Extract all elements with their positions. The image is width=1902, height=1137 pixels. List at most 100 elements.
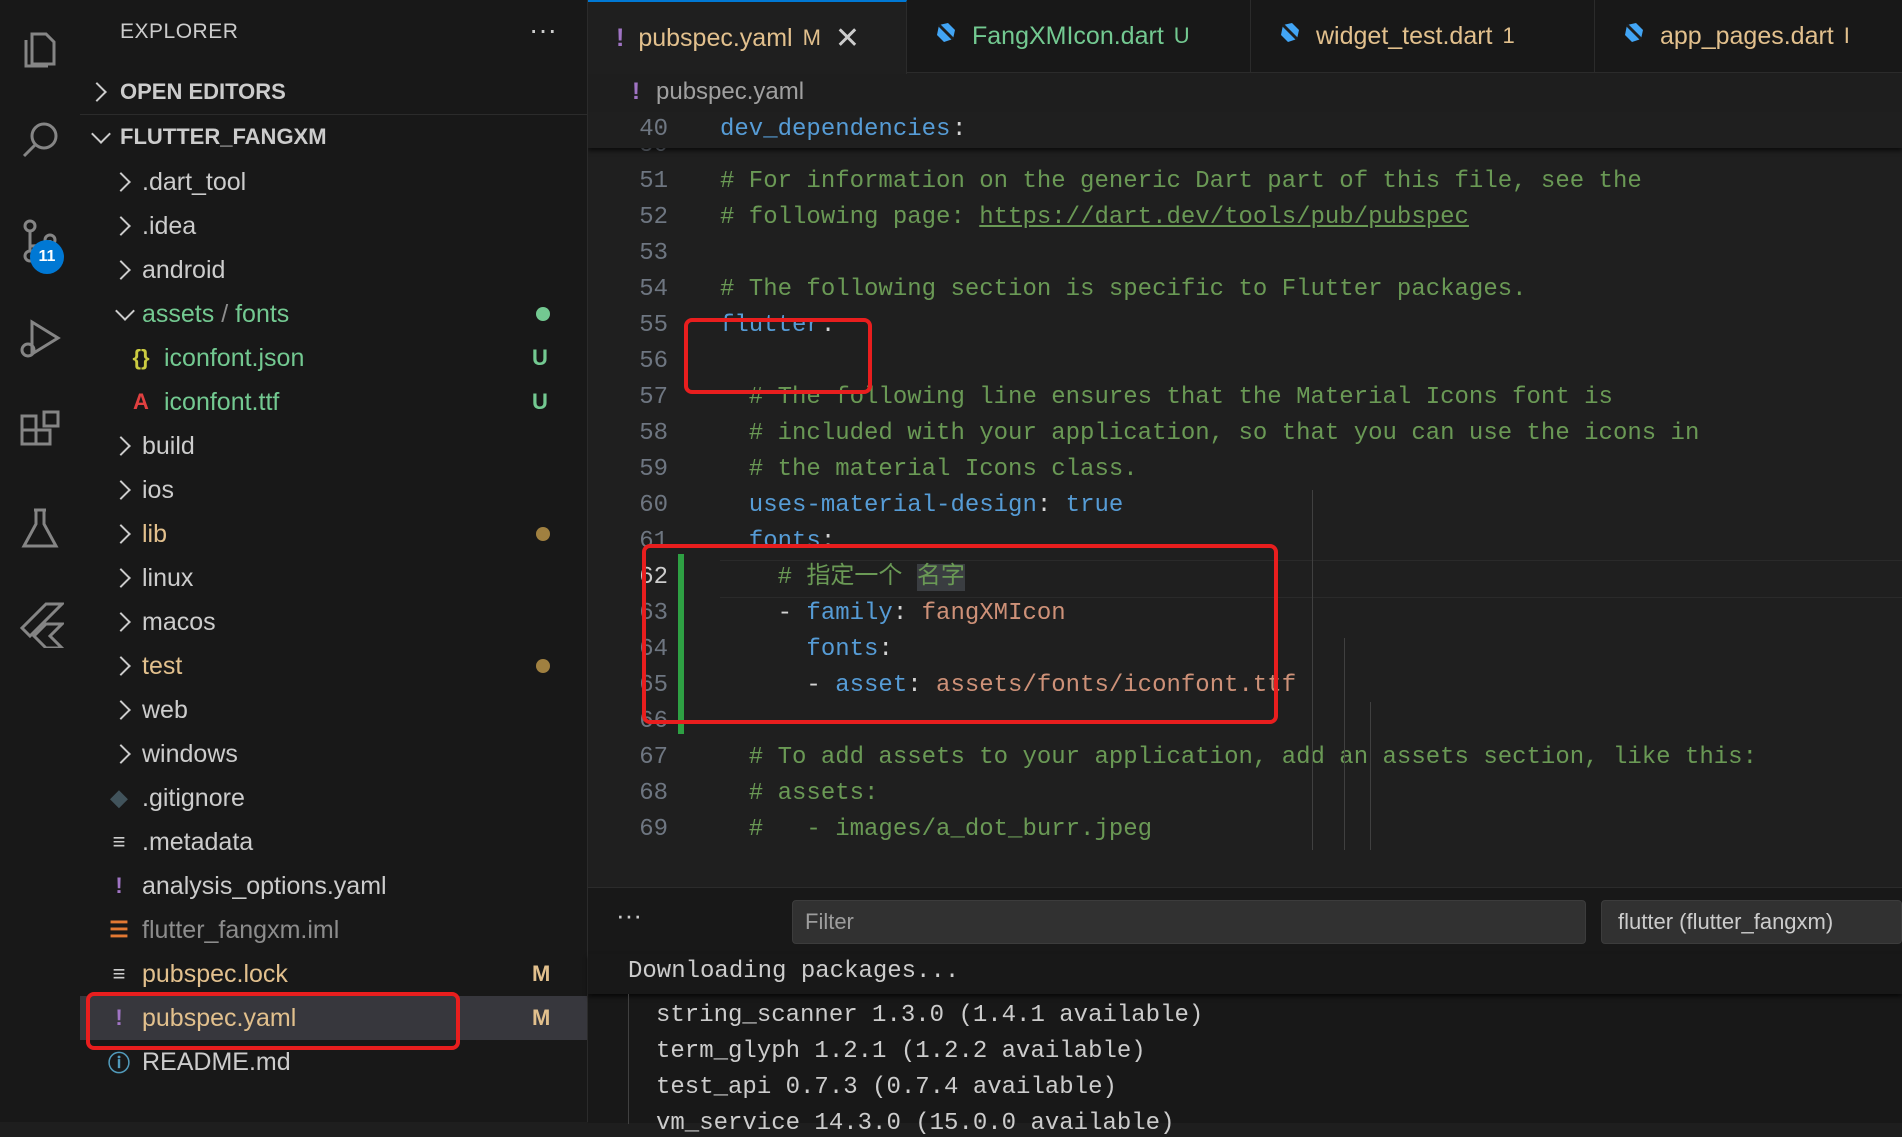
code-line[interactable]: 68 # assets: bbox=[588, 776, 1902, 812]
code-line[interactable]: 67 # To add assets to your application, … bbox=[588, 740, 1902, 776]
chevron-right-icon bbox=[111, 568, 131, 588]
search-icon[interactable] bbox=[0, 100, 80, 180]
chevron-right-icon bbox=[87, 82, 107, 102]
tree-item[interactable]: ◆ .gitignore bbox=[80, 776, 587, 820]
tree-item[interactable]: android bbox=[80, 248, 587, 292]
tree-item[interactable]: Aiconfont.ttf U bbox=[80, 380, 587, 424]
tree-item-name: windows bbox=[142, 739, 238, 768]
tree-item[interactable]: build bbox=[80, 424, 587, 468]
file-type-icon: ! bbox=[115, 873, 123, 898]
code-line[interactable]: 59 # the material Icons class. bbox=[588, 452, 1902, 488]
code-content: # For information on the generic Dart pa… bbox=[720, 164, 1642, 200]
tree-item[interactable]: ☰ flutter_fangxm.iml bbox=[80, 908, 587, 952]
tab-app-pages-dart[interactable]: app_pages.dart I bbox=[1594, 0, 1902, 72]
tree-item-name: .metadata bbox=[142, 827, 254, 856]
editor-tabbar: ! pubspec.yaml M ✕ FangXMIcon.dart U wid… bbox=[588, 0, 1902, 74]
close-icon[interactable]: ✕ bbox=[835, 21, 860, 56]
tab-fangxmicon-dart[interactable]: FangXMIcon.dart U bbox=[906, 0, 1251, 72]
line-number: 68 bbox=[639, 780, 668, 807]
testing-icon[interactable] bbox=[0, 488, 80, 568]
tab-status: I bbox=[1843, 23, 1850, 48]
tree-item[interactable]: macos bbox=[80, 600, 587, 644]
tree-item-label: assets / fonts bbox=[142, 299, 290, 328]
output-line: Downloading packages... bbox=[628, 958, 960, 985]
tree-item[interactable]: ≡ .metadata bbox=[80, 820, 587, 864]
code-line[interactable]: 54 # The following section is specific to… bbox=[588, 272, 1902, 308]
tree-item[interactable]: ! analysis_options.yaml bbox=[80, 864, 587, 908]
tree-item[interactable]: test bbox=[80, 644, 587, 688]
tree-item-label: linux bbox=[142, 564, 193, 593]
project-root-section[interactable]: FLUTTER_FANGXM bbox=[80, 115, 587, 159]
explorer-icon[interactable] bbox=[0, 8, 80, 88]
more-actions-icon[interactable]: ··· bbox=[529, 14, 557, 46]
chevron-right-icon bbox=[111, 656, 131, 676]
tree-item[interactable]: web bbox=[80, 688, 587, 732]
line-number: 53 bbox=[639, 240, 668, 267]
tab-pubspec-yaml[interactable]: ! pubspec.yaml M ✕ bbox=[588, 0, 907, 74]
tree-item-name: lib bbox=[142, 519, 168, 548]
tab-widget-test-dart[interactable]: widget_test.dart 1 bbox=[1250, 0, 1595, 72]
extensions-icon[interactable] bbox=[0, 392, 80, 472]
tree-item[interactable]: .dart_tool bbox=[80, 160, 587, 204]
yaml-file-icon: ! bbox=[632, 78, 640, 105]
filter-input[interactable] bbox=[792, 900, 1586, 944]
tree-item-label: iconfont.json bbox=[164, 344, 304, 373]
code-line[interactable]: 51 # For information on the generic Dart … bbox=[588, 164, 1902, 200]
output-line: term_glyph 1.2.1 (1.2.2 available) bbox=[656, 1038, 1146, 1065]
file-type-icon: ≡ bbox=[112, 829, 126, 854]
line-number: 60 bbox=[639, 492, 668, 519]
flutter-icon[interactable] bbox=[0, 584, 80, 664]
tree-item-name: linux bbox=[142, 563, 194, 592]
code-content: # - images/a_dot_burr.jpeg bbox=[720, 812, 1152, 848]
sticky-scroll-header[interactable]: 40 dev_dependencies : bbox=[588, 112, 1902, 148]
tree-item[interactable]: lib bbox=[80, 512, 587, 556]
tab-label: FangXMIcon.dart bbox=[972, 21, 1164, 50]
tree-item-name: assets bbox=[142, 299, 215, 328]
run-debug-icon[interactable] bbox=[0, 298, 80, 378]
tree-item-label: macos bbox=[142, 608, 216, 637]
tree-item-name: flutter_fangxm.iml bbox=[142, 915, 340, 944]
dart-file-icon bbox=[934, 21, 958, 52]
tree-item[interactable]: windows bbox=[80, 732, 587, 776]
tree-item[interactable]: ≡ pubspec.lock M bbox=[80, 952, 587, 996]
explorer-title: EXPLORER bbox=[120, 20, 239, 43]
code-content: uses-material-design: true bbox=[720, 488, 1123, 524]
code-line[interactable]: 53 bbox=[588, 236, 1902, 272]
tree-item-name: .dart_tool bbox=[142, 167, 247, 196]
code-line[interactable]: 60 uses-material-design: true bbox=[588, 488, 1902, 524]
tree-item[interactable]: linux bbox=[80, 556, 587, 600]
output-channel-label: flutter (flutter_fangxm) bbox=[1618, 909, 1834, 934]
code-content: # The following section is specific to F… bbox=[720, 272, 1527, 308]
sticky-colon: : bbox=[952, 116, 967, 143]
tree-item[interactable]: .idea bbox=[80, 204, 587, 248]
output-channel-select[interactable]: flutter (flutter_fangxm) bbox=[1601, 900, 1902, 944]
code-line[interactable]: 52 # following page: https://dart.dev/too… bbox=[588, 200, 1902, 236]
code-token: uses-material-design bbox=[720, 492, 1037, 519]
line-number: 40 bbox=[639, 116, 668, 143]
code-editor[interactable]: 5051# For information on the generic Dar… bbox=[588, 112, 1902, 887]
tree-item-name: macos bbox=[142, 607, 216, 636]
breadcrumb-file[interactable]: pubspec.yaml bbox=[656, 78, 804, 106]
tree-item[interactable]: ios bbox=[80, 468, 587, 512]
line-number: 54 bbox=[639, 276, 668, 303]
tree-item[interactable]: {} iconfont.json U bbox=[80, 336, 587, 380]
tab-label: widget_test.dart bbox=[1316, 21, 1493, 50]
more-actions-icon[interactable]: ··· bbox=[616, 900, 642, 931]
open-editors-section[interactable]: OPEN EDITORS bbox=[80, 70, 587, 114]
code-token: https://dart.dev/tools/pub/pubspec bbox=[979, 204, 1469, 231]
code-token: # The following section is specific to F… bbox=[720, 276, 1527, 303]
chevron-right-icon bbox=[111, 260, 131, 280]
tree-item-subfolder: fonts bbox=[235, 299, 290, 328]
code-token: : bbox=[1036, 492, 1066, 519]
tree-item[interactable]: assets / fonts bbox=[80, 292, 587, 336]
output-line: test_api 0.7.3 (0.7.4 available) bbox=[656, 1074, 1117, 1101]
tree-item-name: build bbox=[142, 431, 195, 460]
code-line[interactable]: 69 # - images/a_dot_burr.jpeg bbox=[588, 812, 1902, 848]
code-line[interactable]: 58 # included with your application, so … bbox=[588, 416, 1902, 452]
highlight-box-pubspec bbox=[86, 992, 460, 1050]
tree-item-label: pubspec.lock bbox=[142, 960, 288, 989]
line-number: 52 bbox=[639, 204, 668, 231]
file-type-icon: {} bbox=[132, 345, 150, 370]
tree-item-label: iconfont.ttf bbox=[164, 388, 279, 417]
line-number: 56 bbox=[639, 348, 668, 375]
